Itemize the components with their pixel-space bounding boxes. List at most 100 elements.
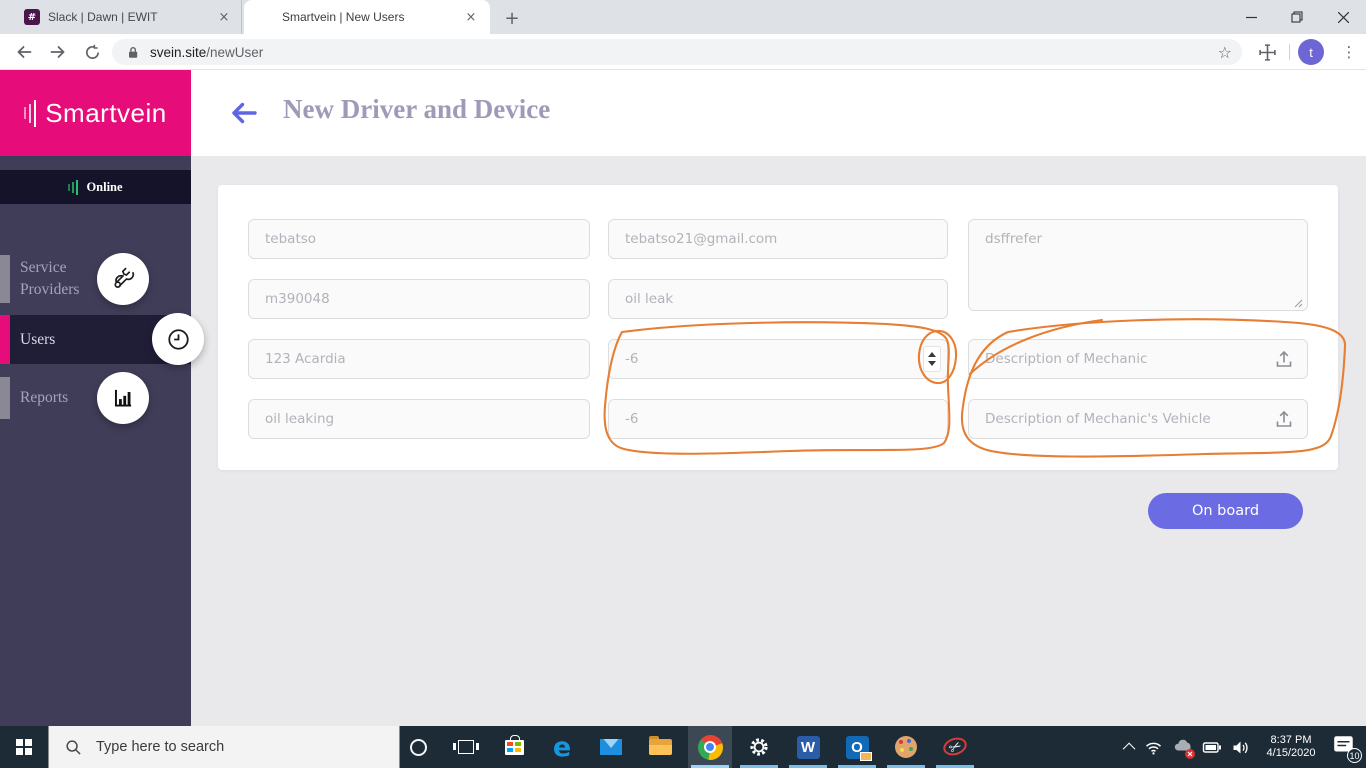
resize-grip-icon[interactable] (1294, 299, 1303, 308)
taskbar-search[interactable]: Type here to search (48, 726, 400, 768)
system-tray: 8:37 PM 4/15/2020 10 (1126, 726, 1366, 768)
settings-gear-icon[interactable] (737, 726, 781, 768)
close-window-button[interactable] (1320, 0, 1366, 34)
taskbar: Type here to search e W O ✂ (0, 726, 1366, 768)
number-spinner[interactable] (923, 346, 941, 372)
refresh-icon[interactable] (80, 40, 104, 64)
page-content: New Driver and Device (0, 70, 1366, 726)
restore-button[interactable] (1274, 0, 1320, 34)
battery-icon[interactable] (1202, 739, 1222, 756)
sidebar-item-label: Users (20, 329, 98, 351)
back-nav-icon[interactable] (12, 40, 36, 64)
tab-close-icon[interactable]: × (462, 8, 480, 26)
browser-tab-strip: # Slack | Dawn | EWIT × Smartvein | New … (0, 0, 1366, 34)
page-title: New Driver and Device (283, 94, 550, 125)
toolbar-divider (1289, 44, 1290, 60)
sidebar-item-label: Service Providers (20, 257, 98, 301)
tab-title: Smartvein | New Users (282, 10, 462, 24)
snipping-tool-icon[interactable]: ✂ (933, 726, 977, 768)
sidebar-item-reports[interactable]: Reports (0, 375, 191, 421)
name-input[interactable] (248, 219, 590, 259)
sidebar-item-label: Reports (20, 387, 98, 409)
notification-count-badge: 10 (1347, 748, 1362, 763)
device-id-input[interactable] (248, 279, 590, 319)
issue-input[interactable] (608, 279, 948, 319)
mechanic-description-input[interactable] (968, 339, 1308, 379)
tab-smartvein[interactable]: Smartvein | New Users × (244, 0, 490, 34)
bookmark-star-icon[interactable]: ☆ (1218, 43, 1232, 62)
page-header: New Driver and Device (191, 70, 1366, 156)
file-explorer-icon[interactable] (638, 726, 682, 768)
tray-expand-icon[interactable] (1123, 742, 1136, 755)
url-bar[interactable]: svein.site/newUser ☆ (112, 39, 1242, 65)
vehicle-description-input[interactable] (968, 399, 1308, 439)
notes-textarea[interactable] (968, 219, 1308, 311)
upload-icon[interactable] (1273, 348, 1295, 370)
chrome-icon[interactable] (688, 726, 732, 768)
wrench-icon[interactable] (97, 253, 149, 305)
onedrive-error-icon[interactable] (1172, 737, 1193, 757)
edge-icon[interactable]: e (540, 726, 584, 768)
start-button[interactable] (0, 726, 48, 768)
minimize-button[interactable] (1228, 0, 1274, 34)
bar-chart-icon[interactable] (97, 372, 149, 424)
tab-title: Slack | Dawn | EWIT (48, 10, 215, 24)
item-marker (0, 315, 10, 364)
online-signal-icon (68, 180, 78, 195)
clock-time: 8:37 PM (1259, 734, 1323, 747)
new-tab-button[interactable]: + (500, 6, 524, 30)
back-arrow-button[interactable] (227, 98, 259, 128)
windows-logo-icon (16, 739, 33, 756)
cortana-icon[interactable] (396, 726, 440, 768)
offset-number-input[interactable] (608, 339, 948, 379)
vehicle-description-wrap (968, 399, 1308, 439)
error-badge-icon (1185, 749, 1195, 759)
sidebar-item-users[interactable]: Users (0, 315, 191, 364)
action-center-icon[interactable]: 10 (1332, 734, 1358, 760)
mechanic-description-wrap (968, 339, 1308, 379)
address-input[interactable] (248, 339, 590, 379)
lock-icon (126, 45, 140, 60)
forward-nav-icon[interactable] (46, 40, 70, 64)
microsoft-store-icon[interactable] (492, 726, 536, 768)
window-controls (1228, 0, 1366, 34)
outlook-icon[interactable]: O (835, 726, 879, 768)
profile-avatar[interactable]: t (1298, 39, 1324, 65)
online-status-bar: Online (0, 170, 191, 204)
logo-text: Smartvein (45, 98, 167, 129)
onboard-button[interactable]: On board (1148, 493, 1303, 529)
browser-menu-icon[interactable]: ⋮ (1337, 39, 1361, 65)
spinner-down-icon[interactable] (928, 361, 936, 366)
sidebar-item-service-providers[interactable]: Service Providers (0, 253, 191, 305)
search-placeholder: Type here to search (96, 739, 224, 755)
offset-field-wrap (608, 339, 948, 379)
upload-icon[interactable] (1273, 408, 1295, 430)
browser-toolbar: svein.site/newUser ☆ t ⋮ (0, 34, 1366, 70)
taskbar-clock[interactable]: 8:37 PM 4/15/2020 (1259, 734, 1323, 760)
sidebar: Smartvein Online Service Providers (0, 70, 191, 726)
form-card (218, 185, 1338, 470)
slack-favicon-icon: # (24, 9, 40, 25)
volume-icon[interactable] (1231, 739, 1250, 756)
word-icon[interactable]: W (786, 726, 830, 768)
screen: # Slack | Dawn | EWIT × Smartvein | New … (0, 0, 1366, 768)
item-marker (0, 377, 10, 419)
mail-icon[interactable] (589, 726, 633, 768)
email-input[interactable] (608, 219, 948, 259)
wifi-icon[interactable] (1144, 739, 1163, 756)
smartvein-logo-icon (24, 100, 36, 127)
logo-block: Smartvein (0, 70, 191, 156)
clock-icon[interactable] (152, 313, 204, 365)
clock-date: 4/15/2020 (1259, 747, 1323, 760)
issue-detail-input[interactable] (248, 399, 590, 439)
tab-slack[interactable]: # Slack | Dawn | EWIT × (12, 0, 242, 34)
offset2-number-input[interactable] (608, 399, 948, 439)
paint-icon[interactable] (884, 726, 928, 768)
url-text: svein.site/newUser (150, 45, 1218, 60)
tab-close-icon[interactable]: × (215, 8, 233, 26)
extension-move-icon[interactable] (1255, 40, 1279, 64)
spinner-up-icon[interactable] (928, 352, 936, 357)
search-icon (65, 739, 82, 756)
task-view-icon[interactable] (444, 726, 488, 768)
status-badge: Online (86, 180, 122, 195)
